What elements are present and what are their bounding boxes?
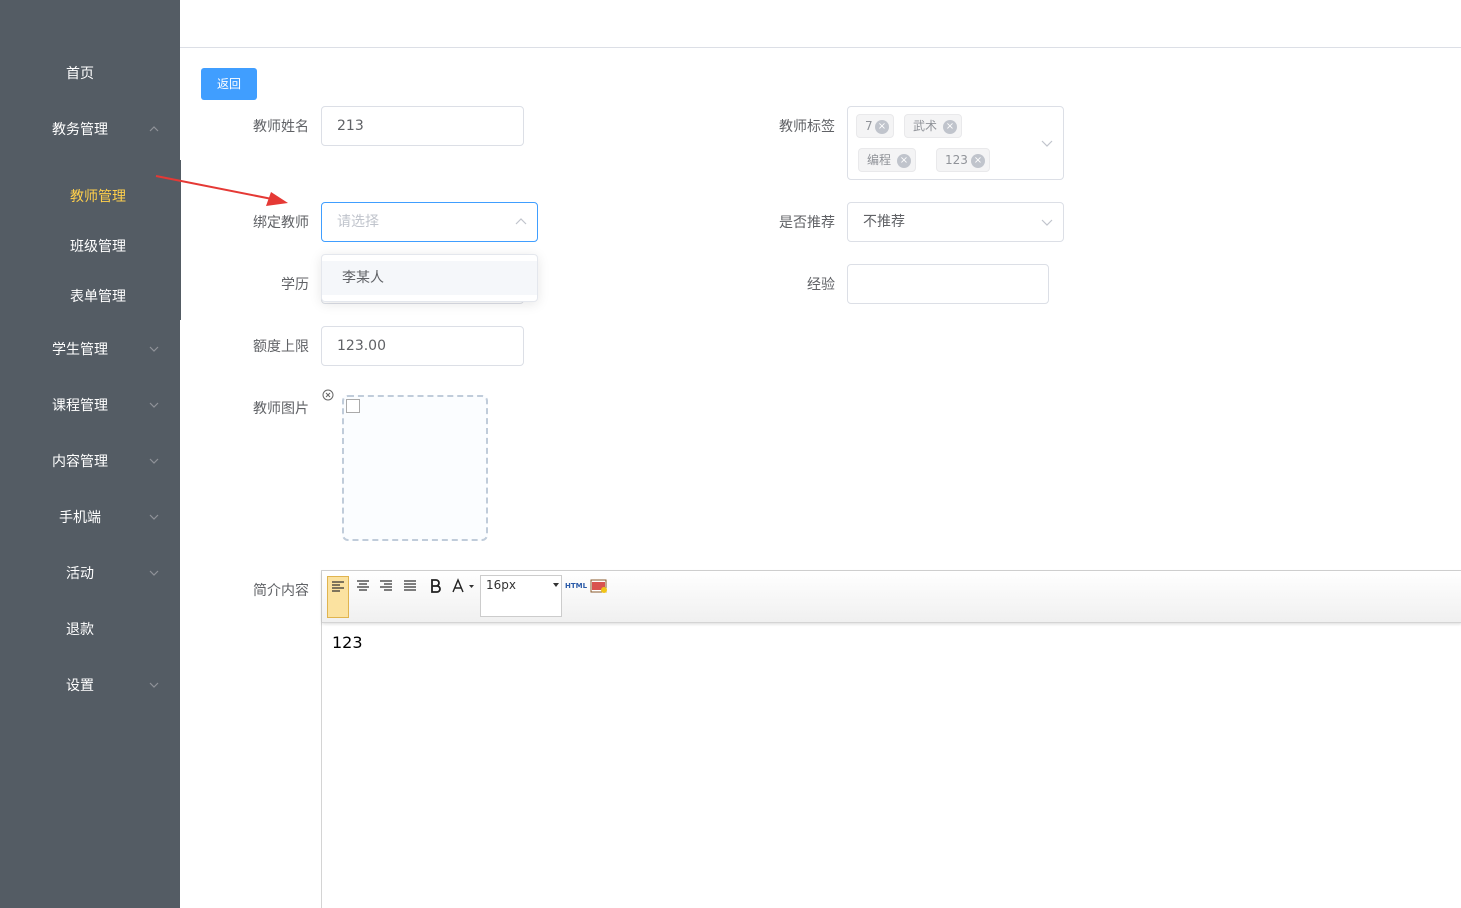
nav-home[interactable]: 首页 [0, 45, 180, 101]
image-uploader[interactable] [342, 395, 488, 541]
top-header [180, 0, 1461, 48]
nav-courses[interactable]: 课程管理 [0, 377, 180, 433]
tag-chip: 7 × [856, 114, 894, 138]
chevron-down-icon [149, 570, 159, 576]
align-justify-icon [404, 580, 416, 591]
remove-image-icon[interactable] [322, 389, 334, 401]
tag-close-icon[interactable]: × [875, 120, 889, 134]
chevron-down-icon [553, 583, 559, 587]
bold-button[interactable] [425, 576, 445, 596]
tag-label: 武术 [913, 119, 938, 133]
recommend-label: 是否推荐 [779, 215, 835, 231]
chevron-down-icon [149, 402, 159, 408]
back-button[interactable]: 返回 [201, 68, 257, 100]
tags-label: 教师标签 [779, 119, 835, 135]
name-value: 213 [337, 118, 364, 134]
align-right-button[interactable] [376, 576, 396, 596]
quota-input[interactable]: 123.00 [321, 326, 524, 366]
insert-image-button[interactable] [589, 576, 609, 596]
tag-label: 编程 [867, 153, 892, 167]
align-right-icon [380, 580, 392, 591]
tag-chip: 武术 × [904, 114, 962, 138]
html-source-button[interactable]: HTML [565, 576, 587, 596]
nav-activity[interactable]: 活动 [0, 545, 180, 601]
chevron-down-icon [149, 682, 159, 688]
font-color-icon [452, 578, 474, 593]
recommend-value: 不推荐 [863, 214, 905, 230]
chevron-up-icon [515, 218, 527, 225]
nav-form-label: 表单管理 [70, 289, 126, 305]
tag-close-icon[interactable]: × [897, 154, 911, 168]
tags-select[interactable]: 7 × 武术 × 编程 × 123 × [847, 106, 1064, 180]
tag-label: 123 [945, 153, 968, 167]
nav-mobile[interactable]: 手机端 [0, 489, 180, 545]
sidebar-menu: 首页 教务管理 教师管理 班级管理 表单管理 学生管理 课程管理 内容管理 手机… [0, 0, 181, 908]
bold-icon [431, 579, 441, 593]
nav-refund[interactable]: 退款 [0, 601, 180, 657]
annotation-arrow-icon [155, 175, 288, 206]
nav-content[interactable]: 内容管理 [0, 433, 180, 489]
rich-text-editor: 16px HTML 123 [321, 570, 1461, 908]
image-placeholder-icon [346, 399, 360, 413]
name-label: 教师姓名 [253, 119, 309, 135]
align-center-icon [357, 580, 369, 591]
nav-students[interactable]: 学生管理 [0, 321, 180, 377]
nav-students-label: 学生管理 [52, 342, 108, 358]
tag-chip: 编程 × [858, 148, 916, 172]
chevron-down-icon [1041, 140, 1053, 147]
nav-academic[interactable]: 教务管理 [0, 101, 180, 157]
tag-close-icon[interactable]: × [943, 120, 957, 134]
experience-input[interactable] [847, 264, 1049, 304]
align-center-button[interactable] [353, 576, 373, 596]
dropdown-option[interactable]: 李某人 [322, 261, 537, 295]
nav-refund-label: 退款 [66, 622, 94, 638]
bind-teacher-dropdown: 李某人 [321, 254, 538, 302]
nav-academic-label: 教务管理 [52, 122, 108, 138]
intro-label: 简介内容 [253, 583, 309, 599]
chevron-up-icon [149, 126, 159, 132]
nav-class-management[interactable]: 班级管理 [0, 221, 180, 271]
quota-label: 额度上限 [253, 339, 309, 355]
name-input[interactable]: 213 [321, 106, 524, 146]
font-color-button[interactable] [449, 576, 477, 596]
font-size-value: 16px [486, 578, 516, 592]
chevron-down-icon [1041, 219, 1053, 226]
nav-form-management[interactable]: 表单管理 [0, 271, 180, 321]
nav-content-label: 内容管理 [52, 454, 108, 470]
editor-toolbar: 16px HTML [322, 571, 1461, 623]
chevron-down-icon [149, 346, 159, 352]
align-left-icon [332, 581, 344, 592]
quota-value: 123.00 [337, 338, 386, 354]
align-left-button[interactable] [327, 576, 349, 618]
tag-chip: 123 × [936, 148, 990, 172]
image-icon [590, 579, 607, 593]
bind-teacher-select[interactable]: 请选择 [321, 202, 538, 242]
nav-settings-label: 设置 [66, 678, 94, 694]
editor-content[interactable]: 123 [332, 633, 363, 652]
education-label: 学历 [281, 277, 309, 293]
recommend-select[interactable]: 不推荐 [847, 202, 1064, 242]
nav-courses-label: 课程管理 [52, 398, 108, 414]
chevron-down-icon [149, 514, 159, 520]
align-justify-button[interactable] [400, 576, 420, 596]
photo-label: 教师图片 [253, 401, 309, 417]
tag-close-icon[interactable]: × [971, 154, 985, 168]
nav-mobile-label: 手机端 [59, 510, 101, 526]
nav-settings[interactable]: 设置 [0, 657, 180, 713]
nav-class-label: 班级管理 [70, 239, 126, 255]
nav-activity-label: 活动 [66, 566, 94, 582]
nav-home-label: 首页 [66, 66, 94, 82]
bind-teacher-label: 绑定教师 [253, 215, 309, 231]
bind-teacher-placeholder: 请选择 [337, 214, 379, 230]
experience-label: 经验 [807, 277, 835, 293]
chevron-down-icon [149, 458, 159, 464]
tag-label: 7 [865, 119, 873, 133]
font-size-select[interactable]: 16px [480, 575, 562, 617]
